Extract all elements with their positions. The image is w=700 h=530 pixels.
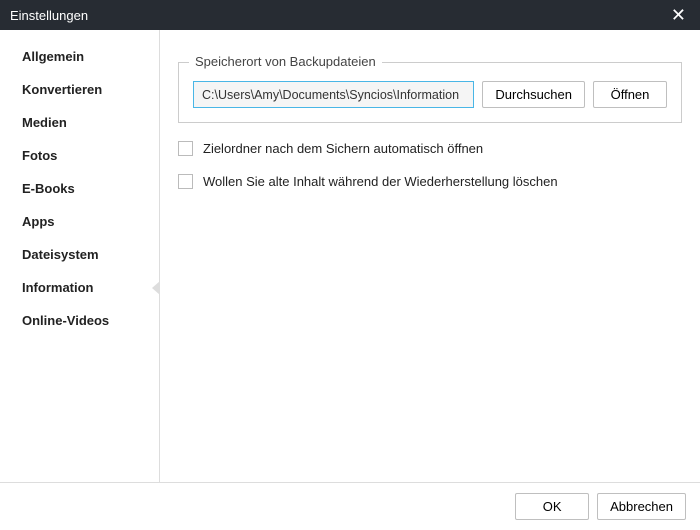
close-icon[interactable]: ✕ [667,6,690,24]
sidebar-item-ebooks[interactable]: E-Books [0,172,159,205]
sidebar-item-apps[interactable]: Apps [0,205,159,238]
checkbox-row-delete-old: Wollen Sie alte Inhalt während der Wiede… [178,174,682,189]
browse-button[interactable]: Durchsuchen [482,81,585,108]
backup-location-fieldset: Speicherort von Backupdateien Durchsuche… [178,62,682,123]
sidebar-item-label: Dateisystem [22,247,99,262]
sidebar-item-konvertieren[interactable]: Konvertieren [0,73,159,106]
footer: OK Abbrechen [0,482,700,530]
auto-open-label: Zielordner nach dem Sichern automatisch … [203,141,483,156]
sidebar-item-dateisystem[interactable]: Dateisystem [0,238,159,271]
sidebar-item-online-videos[interactable]: Online-Videos [0,304,159,337]
settings-window: Einstellungen ✕ Allgemein Konvertieren M… [0,0,700,530]
sidebar: Allgemein Konvertieren Medien Fotos E-Bo… [0,30,160,482]
sidebar-item-label: Apps [22,214,55,229]
checkbox-row-auto-open: Zielordner nach dem Sichern automatisch … [178,141,682,156]
sidebar-item-label: Information [22,280,94,295]
fieldset-legend: Speicherort von Backupdateien [189,54,382,69]
delete-old-checkbox[interactable] [178,174,193,189]
window-body: Allgemein Konvertieren Medien Fotos E-Bo… [0,30,700,482]
path-row: Durchsuchen Öffnen [193,81,667,108]
content-panel: Speicherort von Backupdateien Durchsuche… [160,30,700,482]
open-button[interactable]: Öffnen [593,81,667,108]
auto-open-checkbox[interactable] [178,141,193,156]
sidebar-item-label: Allgemein [22,49,84,64]
window-title: Einstellungen [10,8,667,23]
delete-old-label: Wollen Sie alte Inhalt während der Wiede… [203,174,558,189]
sidebar-item-label: Fotos [22,148,57,163]
sidebar-item-label: Konvertieren [22,82,102,97]
sidebar-item-label: Medien [22,115,67,130]
sidebar-item-label: E-Books [22,181,75,196]
sidebar-item-information[interactable]: Information [0,271,159,304]
ok-button[interactable]: OK [515,493,589,520]
titlebar: Einstellungen ✕ [0,0,700,30]
cancel-button[interactable]: Abbrechen [597,493,686,520]
sidebar-item-allgemein[interactable]: Allgemein [0,40,159,73]
sidebar-item-fotos[interactable]: Fotos [0,139,159,172]
sidebar-item-label: Online-Videos [22,313,109,328]
backup-path-input[interactable] [193,81,474,108]
sidebar-item-medien[interactable]: Medien [0,106,159,139]
